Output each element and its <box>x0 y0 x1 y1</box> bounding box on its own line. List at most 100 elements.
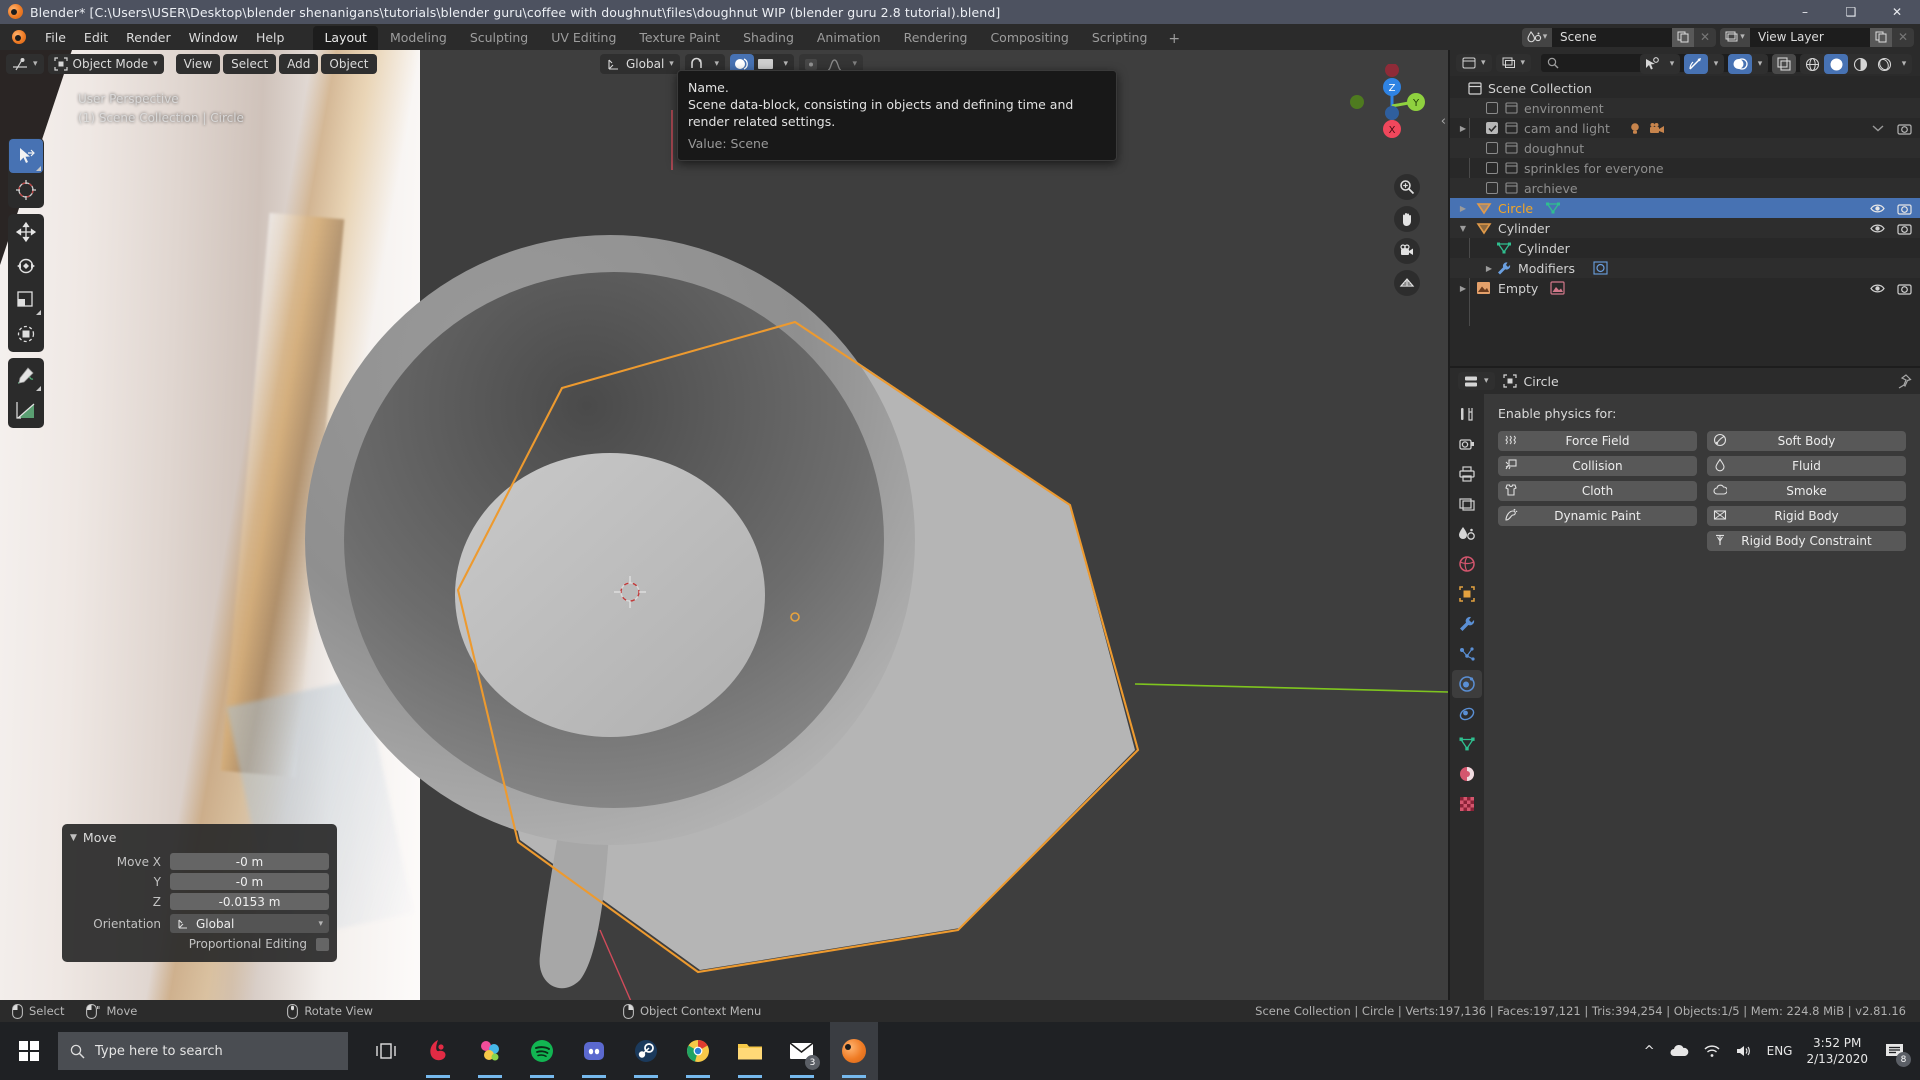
collection-checkbox-sprinkles[interactable] <box>1486 162 1498 174</box>
sidebar-toggle-icon[interactable]: ‹ <box>1441 114 1446 129</box>
cloth-button[interactable]: Cloth <box>1498 481 1697 501</box>
camera-render-icon[interactable] <box>1897 122 1912 135</box>
outliner-row-doughnut[interactable]: doughnut <box>1450 138 1920 158</box>
viewport-menu-view[interactable]: View <box>175 54 221 74</box>
menu-help[interactable]: Help <box>247 27 294 48</box>
scene-datablock-selector[interactable]: ▾ Scene ✕ <box>1522 27 1716 47</box>
menu-render[interactable]: Render <box>117 27 180 48</box>
task-view-icon[interactable] <box>362 1022 410 1080</box>
blender-icon[interactable] <box>830 1022 878 1080</box>
fluid-button[interactable]: Fluid <box>1707 456 1906 476</box>
tab-particles[interactable] <box>1452 640 1482 668</box>
operator-panel-header[interactable]: ▼ Move <box>70 830 329 845</box>
eye-icon[interactable] <box>1870 223 1885 234</box>
smoke-button[interactable]: Smoke <box>1707 481 1906 501</box>
outliner-row-sprinkles-for-everyone[interactable]: sprinkles for everyone <box>1450 158 1920 178</box>
add-workspace-button[interactable]: + <box>1159 28 1189 50</box>
move-x-field[interactable]: -0 m <box>170 853 329 870</box>
tool-annotate[interactable] <box>9 359 43 393</box>
tab-render[interactable] <box>1452 430 1482 458</box>
collection-checkbox-doughnut[interactable] <box>1486 142 1498 154</box>
object-mode-selector[interactable]: Object Mode ▾ <box>47 54 164 74</box>
camera-render-icon[interactable] <box>1897 282 1912 295</box>
tab-object[interactable] <box>1452 580 1482 608</box>
tab-tool[interactable] <box>1452 400 1482 428</box>
notification-center-button[interactable]: 8 <box>1882 1038 1911 1067</box>
disclosure-triangle-icon[interactable]: ▶ <box>1456 284 1470 293</box>
show-overlays-icon[interactable] <box>1728 54 1752 74</box>
solid-shading-icon[interactable] <box>1824 54 1848 74</box>
close-button[interactable]: ✕ <box>1874 0 1920 24</box>
outliner-row-cylinder-data[interactable]: Cylinder <box>1450 238 1920 258</box>
tool-rotate[interactable] <box>9 249 43 283</box>
tab-world[interactable] <box>1452 550 1482 578</box>
remove-viewlayer-icon[interactable]: ✕ <box>1892 27 1914 47</box>
outliner-row-scene-collection[interactable]: Scene Collection <box>1450 78 1920 98</box>
properties-editor-type-selector[interactable]: ▾ <box>1458 372 1495 390</box>
tool-tweak[interactable] <box>9 139 43 173</box>
chrome-icon[interactable] <box>674 1022 722 1080</box>
camera-view-icon[interactable] <box>1394 238 1420 264</box>
mail-icon[interactable]: 3 <box>778 1022 826 1080</box>
new-scene-icon[interactable] <box>1672 27 1694 47</box>
menu-edit[interactable]: Edit <box>75 27 117 48</box>
spotify-icon[interactable] <box>518 1022 566 1080</box>
tab-scripting[interactable]: Scripting <box>1081 26 1159 50</box>
chevron-down-icon[interactable]: ▾ <box>1664 54 1680 74</box>
outliner-editor[interactable]: ▾ ▾ ▾ Scene Collection <box>1450 50 1920 366</box>
tab-constraints[interactable] <box>1452 700 1482 728</box>
rendered-shading-icon[interactable] <box>1872 54 1896 74</box>
zoom-icon[interactable] <box>1394 174 1420 200</box>
properties-editor[interactable]: ▾ Circle Enable physics for: Force Field… <box>1450 368 1920 1022</box>
camera-render-icon[interactable] <box>1897 222 1912 235</box>
viewlayer-datablock-selector[interactable]: ▾ View Layer ✕ <box>1720 27 1914 47</box>
tab-output[interactable] <box>1452 460 1482 488</box>
disclosure-triangle-icon[interactable]: ▼ <box>1456 224 1470 233</box>
outliner-row-empty[interactable]: ▶ Empty <box>1450 278 1920 298</box>
orthographic-toggle-icon[interactable] <box>1394 270 1420 296</box>
viewport-menu-object[interactable]: Object <box>321 54 377 74</box>
proportional-editing-checkbox[interactable] <box>316 937 329 951</box>
outliner-row-environment[interactable]: environment <box>1450 98 1920 118</box>
tab-material[interactable] <box>1452 760 1482 788</box>
tab-modifier[interactable] <box>1452 610 1482 638</box>
paint3d-icon[interactable] <box>466 1022 514 1080</box>
unlink-scene-icon[interactable]: ✕ <box>1694 27 1716 47</box>
menu-window[interactable]: Window <box>180 27 247 48</box>
tool-measure[interactable] <box>9 393 43 427</box>
collection-checkbox-archieve[interactable] <box>1486 182 1498 194</box>
editor-type-selector[interactable]: ▾ <box>6 54 44 74</box>
outliner-row-cam-and-light[interactable]: ▶ cam and light <box>1450 118 1920 138</box>
rigid-body-button[interactable]: Rigid Body <box>1707 506 1906 526</box>
tab-scene[interactable] <box>1452 520 1482 548</box>
move-z-field[interactable]: -0.0153 m <box>170 893 329 910</box>
transform-orientation-selector[interactable]: Global ▾ <box>600 54 680 74</box>
tab-modeling[interactable]: Modeling <box>379 26 458 50</box>
collapse-triangle-icon[interactable]: ▼ <box>70 833 77 843</box>
show-gizmo-icon[interactable] <box>1684 54 1708 74</box>
file-explorer-icon[interactable] <box>726 1022 774 1080</box>
taskbar-search-input[interactable]: Type here to search <box>58 1032 348 1070</box>
tab-texture-paint[interactable]: Texture Paint <box>628 26 731 50</box>
new-viewlayer-icon[interactable] <box>1870 27 1892 47</box>
disclosure-triangle-icon[interactable]: ▶ <box>1482 264 1496 273</box>
tab-texture[interactable] <box>1452 790 1482 818</box>
wireframe-shading-icon[interactable] <box>1800 54 1824 74</box>
tool-scale[interactable] <box>9 283 43 317</box>
maximize-button[interactable]: ❑ <box>1828 0 1874 24</box>
minimize-button[interactable]: – <box>1782 0 1828 24</box>
disclosure-triangle-icon[interactable]: ▶ <box>1456 124 1470 133</box>
volume-icon[interactable] <box>1735 1044 1753 1058</box>
collection-checkbox-cam-and-light[interactable] <box>1486 122 1498 134</box>
krita-icon[interactable] <box>414 1022 462 1080</box>
tab-compositing[interactable]: Compositing <box>979 26 1079 50</box>
tool-cursor[interactable] <box>9 173 43 207</box>
chevron-down-icon[interactable]: ▾ <box>1708 54 1724 74</box>
tab-animation[interactable]: Animation <box>806 26 892 50</box>
chevron-down-icon[interactable] <box>1871 123 1885 133</box>
outliner-display-mode-selector[interactable]: ▾ <box>1495 54 1532 72</box>
chevron-down-icon[interactable]: ▾ <box>1896 54 1912 74</box>
camera-render-icon[interactable] <box>1897 202 1912 215</box>
material-preview-shading-icon[interactable] <box>1848 54 1872 74</box>
viewlayer-name-field[interactable]: View Layer <box>1750 27 1870 47</box>
